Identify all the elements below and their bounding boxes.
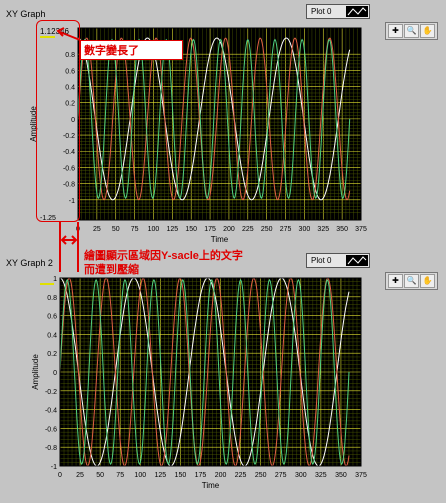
x-tick-label: 0	[58, 472, 62, 479]
x-tick-label: 375	[355, 472, 367, 479]
x-tick-label: 375	[355, 226, 367, 233]
x-tick-label: 325	[317, 226, 329, 233]
x-tick-label: 275	[275, 472, 287, 479]
y-tick-label: -1	[51, 464, 57, 471]
crosshair-icon[interactable]: ✚	[388, 24, 403, 38]
graph1-legend-label: Plot 0	[311, 7, 332, 16]
x-tick-label: 350	[335, 472, 347, 479]
x-tick-label: 150	[175, 472, 187, 479]
x-tick-label: 100	[148, 226, 160, 233]
y-tick-label: -0.8	[45, 445, 57, 452]
x-tick-label: 250	[261, 226, 273, 233]
x-tick-label: 125	[154, 472, 166, 479]
plot-line-sample-icon	[346, 255, 368, 266]
x-tick-label: 50	[96, 472, 104, 479]
x-tick-label: 50	[112, 226, 120, 233]
x-tick-label: 125	[166, 226, 178, 233]
graph1-title: XY Graph	[6, 9, 46, 19]
y-tick-label: 0.4	[47, 332, 57, 339]
x-tick-label: 300	[299, 226, 311, 233]
y-tick-label: -0.2	[45, 389, 57, 396]
graph2-title: XY Graph 2	[6, 258, 53, 268]
x-tick-label: 75	[131, 226, 139, 233]
plot-line-sample-icon	[346, 6, 368, 17]
graph2-legend-label: Plot 0	[311, 256, 332, 265]
graph1-graph-palette: ✚ 🔍 ✋	[385, 22, 438, 40]
x-tick-label: 350	[336, 226, 348, 233]
hand-icon[interactable]: ✋	[420, 274, 435, 288]
x-tick-label: 175	[204, 226, 216, 233]
y-tick-label: 0.8	[47, 295, 57, 302]
x-tick-label: 100	[134, 472, 146, 479]
y-tick-label: -0.6	[45, 426, 57, 433]
x-tick-label: 200	[215, 472, 227, 479]
annotation-digits-grew: 數字變長了	[80, 40, 183, 60]
graph2-svg[interactable]: 0 25 50 75 100 125 150 175 200 225 250 275 300 325 350…	[0, 272, 380, 498]
y-tick-label: -0.4	[45, 408, 57, 415]
x-axis-label: Time	[211, 235, 229, 244]
y-axis-label: Amplitude	[31, 354, 40, 390]
x-tick-label: 325	[315, 472, 327, 479]
x-tick-label: 225	[235, 472, 247, 479]
graph2-plot-legend[interactable]: Plot 0	[306, 253, 370, 268]
annotation-plot-shrunk-line1: 繪圖顯示區域因Y-sacle上的文字	[84, 250, 243, 262]
x-tick-label: 225	[242, 226, 254, 233]
y-tick-label: 0.6	[47, 314, 57, 321]
graph2-graph-palette: ✚ 🔍 ✋	[385, 272, 438, 290]
graph2-plot-area[interactable]: 0 25 50 75 100 125 150 175 200 225 250 275 300 325 350…	[0, 272, 380, 503]
x-tick-label: 275	[280, 226, 292, 233]
y-tick-label: 0.2	[47, 351, 57, 358]
hand-icon[interactable]: ✋	[420, 24, 435, 38]
x-tick-label: 175	[195, 472, 207, 479]
x-tick-label: 25	[76, 472, 84, 479]
magnifier-icon[interactable]: 🔍	[404, 274, 419, 288]
y-tick-label: 1	[53, 276, 57, 283]
x-tick-label: 200	[223, 226, 235, 233]
scale-highlight-box	[36, 20, 80, 222]
graph1-plot-legend[interactable]: Plot 0	[306, 4, 370, 19]
crosshair-icon[interactable]: ✚	[388, 274, 403, 288]
annotation-plot-shrunk-line2: 而遭到壓縮	[84, 264, 139, 276]
x-tick-label: 250	[255, 472, 267, 479]
y-tick-label: 0	[53, 370, 57, 377]
x-axis-label: Time	[202, 481, 220, 490]
magnifier-icon[interactable]: 🔍	[404, 24, 419, 38]
x-tick-label: 0	[76, 226, 80, 233]
x-tick-label: 150	[185, 226, 197, 233]
x-tick-label: 25	[93, 226, 101, 233]
x-tick-label: 75	[116, 472, 124, 479]
x-tick-label: 300	[295, 472, 307, 479]
